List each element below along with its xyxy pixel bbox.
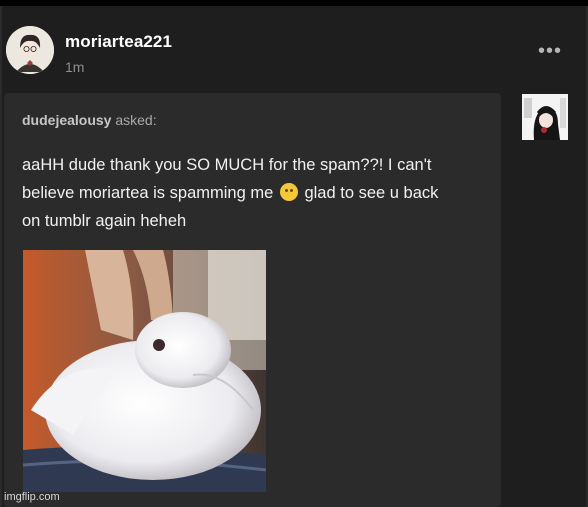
- ask-header: dudejealousy asked:: [22, 112, 157, 128]
- asker-username[interactable]: dudejealousy: [22, 112, 111, 128]
- ask-line-2-end: glad to see u back: [304, 184, 439, 202]
- ask-line-1: aaHH dude thank you SO MUCH for the spam…: [22, 156, 432, 174]
- asked-label: asked:: [115, 112, 157, 128]
- asker-avatar-image: [522, 94, 568, 140]
- post-card: moriartea221 1m ••• dudejealousy asked: …: [0, 6, 588, 507]
- imgflip-watermark: imgflip.com: [4, 491, 60, 503]
- ask-line-3: on tumblr again heheh: [22, 212, 187, 230]
- asker-avatar[interactable]: [522, 94, 568, 140]
- user-avatar[interactable]: [6, 26, 54, 74]
- ask-line-2: believe moriartea is spamming me glad to…: [22, 179, 492, 207]
- pleading-face-emoji-icon: [279, 183, 298, 201]
- ask-box: dudejealousy asked: aaHH dude thank you …: [4, 93, 501, 507]
- post-username[interactable]: moriartea221: [65, 32, 172, 52]
- avatar-image: [6, 26, 54, 74]
- post-timestamp: 1m: [65, 59, 85, 75]
- ask-message: aaHH dude thank you SO MUCH for the spam…: [22, 151, 492, 235]
- ask-line-2-start: believe moriartea is spamming me: [22, 184, 274, 202]
- pigeon-photo: [23, 250, 266, 492]
- more-options-icon[interactable]: •••: [538, 40, 562, 63]
